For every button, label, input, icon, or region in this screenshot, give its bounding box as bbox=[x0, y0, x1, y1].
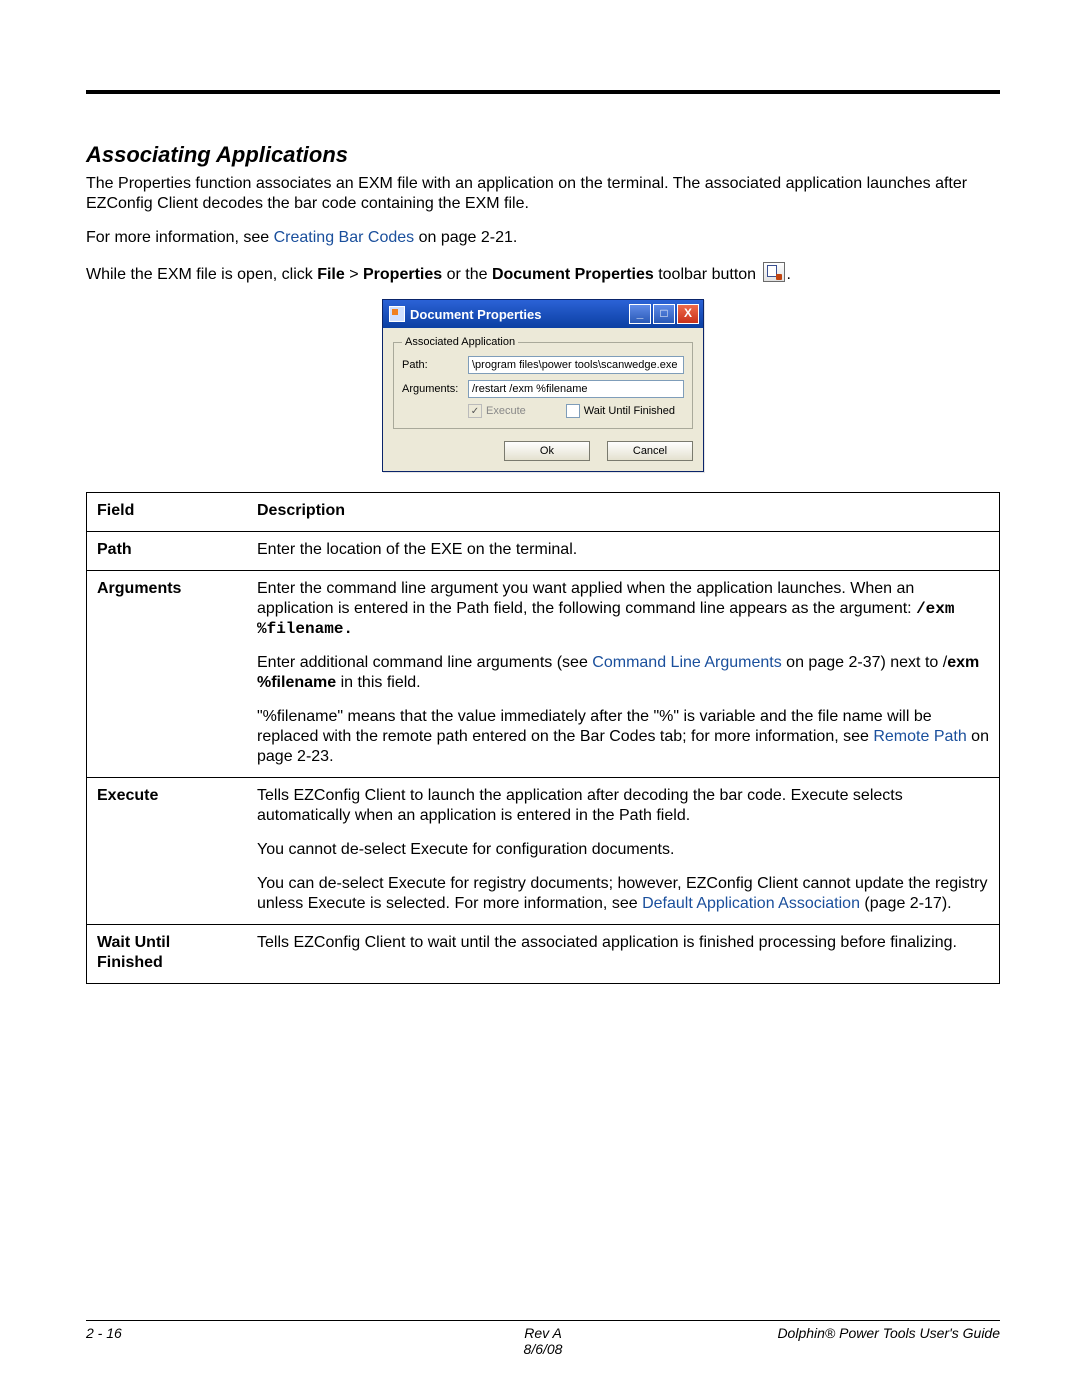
field-desc: Enter the location of the EXE on the ter… bbox=[247, 532, 1000, 571]
text: on page 2-37) next to / bbox=[782, 654, 947, 671]
text: (page 2-17). bbox=[860, 895, 952, 912]
close-button[interactable]: X bbox=[677, 304, 699, 324]
minimize-button[interactable]: _ bbox=[629, 304, 651, 324]
field-name: Arguments bbox=[87, 571, 248, 778]
menu-properties: Properties bbox=[363, 266, 442, 283]
link-remote-path[interactable]: Remote Path bbox=[873, 728, 966, 745]
document-properties-dialog: Document Properties _ □ X Associated App… bbox=[382, 299, 704, 472]
top-rule bbox=[86, 90, 1000, 94]
text: For more information, see bbox=[86, 229, 274, 246]
footer-revision: Rev A bbox=[391, 1325, 696, 1341]
table-row: Path Enter the location of the EXE on th… bbox=[87, 532, 1000, 571]
footer-page-number: 2 - 16 bbox=[86, 1325, 391, 1357]
col-header-field: Field bbox=[87, 493, 248, 532]
col-header-description: Description bbox=[247, 493, 1000, 532]
link-command-line-arguments[interactable]: Command Line Arguments bbox=[592, 654, 781, 671]
menu-file: File bbox=[317, 266, 345, 283]
field-name: Wait Until Finished bbox=[87, 925, 248, 984]
field-desc: Tells EZConfig Client to launch the appl… bbox=[247, 778, 1000, 925]
execute-checkbox-wrap: ✓ Execute bbox=[468, 404, 526, 418]
document-properties-icon bbox=[763, 262, 785, 282]
footer-guide-title: Dolphin® Power Tools User's Guide bbox=[695, 1325, 1000, 1357]
text: Tells EZConfig Client to launch the appl… bbox=[257, 786, 989, 826]
associated-application-group: Associated Application Path: Arguments: … bbox=[393, 336, 693, 429]
arguments-input[interactable] bbox=[468, 380, 684, 398]
wait-checkbox-wrap[interactable]: Wait Until Finished bbox=[566, 404, 675, 418]
toolbar-name: Document Properties bbox=[492, 266, 654, 283]
footer-date: 8/6/08 bbox=[391, 1341, 696, 1357]
text: Enter the command line argument you want… bbox=[257, 580, 916, 617]
intro-paragraph: The Properties function associates an EX… bbox=[86, 174, 1000, 214]
link-default-app-association[interactable]: Default Application Association bbox=[642, 895, 860, 912]
text: "%filename" means that the value immedia… bbox=[257, 708, 932, 745]
path-input[interactable] bbox=[468, 356, 684, 374]
cancel-button[interactable]: Cancel bbox=[607, 441, 693, 461]
text: . bbox=[787, 266, 791, 283]
text: toolbar button bbox=[654, 266, 761, 283]
see-also-paragraph: For more information, see Creating Bar C… bbox=[86, 228, 1000, 248]
field-name: Execute bbox=[87, 778, 248, 925]
section-heading: Associating Applications bbox=[86, 142, 1000, 168]
path-label: Path: bbox=[402, 359, 462, 371]
execute-checkbox-label: Execute bbox=[486, 405, 526, 417]
field-desc: Enter the command line argument you want… bbox=[247, 571, 1000, 778]
dialog-titlebar: Document Properties _ □ X bbox=[383, 300, 703, 328]
app-icon bbox=[389, 306, 405, 322]
fields-table: Field Description Path Enter the locatio… bbox=[86, 492, 1000, 984]
ok-button[interactable]: Ok bbox=[504, 441, 590, 461]
instruction-paragraph: While the EXM file is open, click File >… bbox=[86, 262, 1000, 285]
wait-checkbox[interactable] bbox=[566, 404, 580, 418]
text: You cannot de-select Execute for configu… bbox=[257, 840, 989, 860]
text: While the EXM file is open, click bbox=[86, 266, 317, 283]
text: Enter additional command line arguments … bbox=[257, 654, 592, 671]
text: > bbox=[345, 266, 363, 283]
field-name: Path bbox=[87, 532, 248, 571]
table-row: Arguments Enter the command line argumen… bbox=[87, 571, 1000, 778]
arguments-label: Arguments: bbox=[402, 383, 462, 395]
text: in this field. bbox=[336, 674, 420, 691]
group-legend: Associated Application bbox=[402, 336, 518, 348]
execute-checkbox: ✓ bbox=[468, 404, 482, 418]
link-creating-bar-codes[interactable]: Creating Bar Codes bbox=[274, 229, 415, 246]
table-row: Execute Tells EZConfig Client to launch … bbox=[87, 778, 1000, 925]
text: on page 2-21. bbox=[414, 229, 517, 246]
maximize-button[interactable]: □ bbox=[653, 304, 675, 324]
field-desc: Tells EZConfig Client to wait until the … bbox=[247, 925, 1000, 984]
dialog-title: Document Properties bbox=[410, 307, 541, 322]
wait-checkbox-label: Wait Until Finished bbox=[584, 405, 675, 417]
page-footer: 2 - 16 Rev A 8/6/08 Dolphin® Power Tools… bbox=[86, 1320, 1000, 1357]
table-row: Wait Until Finished Tells EZConfig Clien… bbox=[87, 925, 1000, 984]
text: or the bbox=[442, 266, 492, 283]
